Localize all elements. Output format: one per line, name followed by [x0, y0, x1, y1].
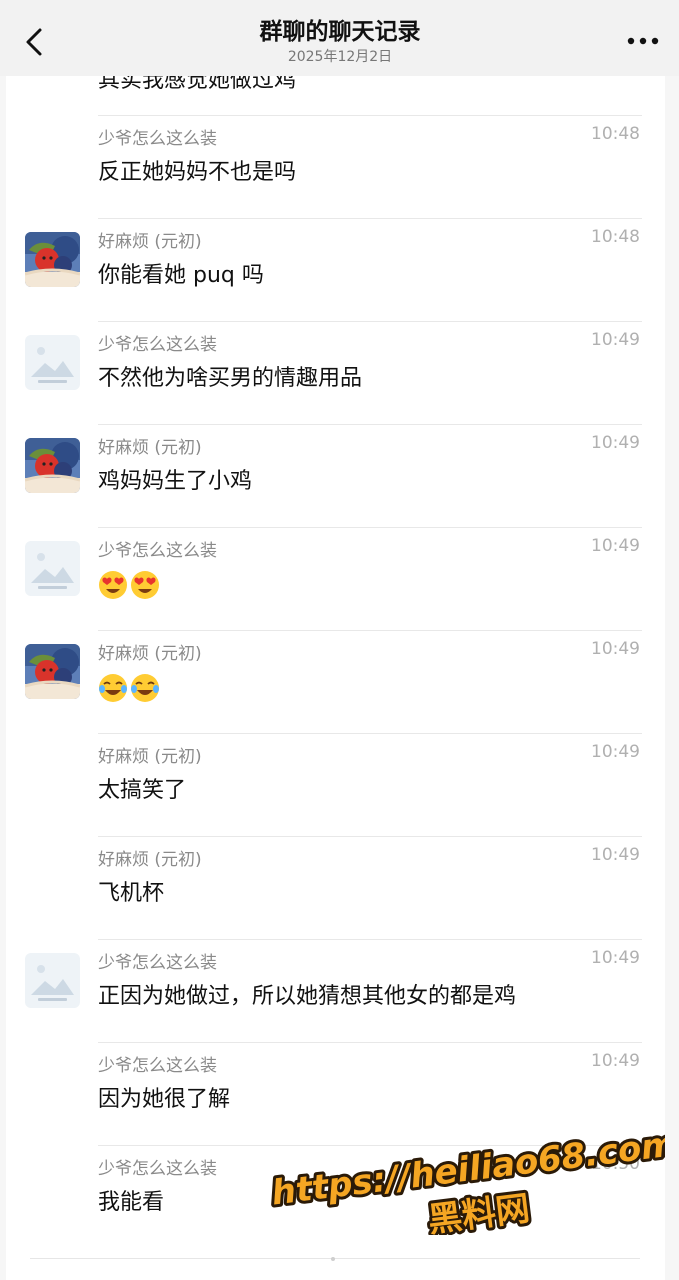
chevron-left-icon [26, 28, 42, 56]
sender-name: 好麻烦 (元初) [98, 747, 202, 767]
sender-name: 好麻烦 (元初) [98, 232, 202, 252]
message-text: 鸡妈妈生了小鸡 [98, 469, 253, 494]
heart-eyes-emoji [99, 571, 127, 599]
message-item[interactable]: 好麻烦 (元初) 10:48 你能看她 puq 吗 [0, 218, 679, 321]
message-time: 10:49 [591, 948, 640, 968]
sender-name: 少爷怎么这么装 [98, 1159, 217, 1179]
message-time: 10:49 [591, 639, 640, 659]
message-time: 10:49 [591, 1051, 640, 1071]
sender-name: 少爷怎么这么装 [98, 953, 217, 973]
placeholder-avatar[interactable] [25, 335, 80, 390]
message-time: 10:49 [591, 742, 640, 762]
message-time: 10:48 [591, 227, 640, 247]
message-divider [98, 1145, 642, 1146]
message-item[interactable]: 少爷怎么这么装 10:49 因为她很了解 [0, 1042, 679, 1145]
message-divider [98, 630, 642, 631]
tears-of-joy-emoji [99, 674, 127, 702]
message-text: 正因为她做过，所以她猜想其他女的都是鸡 [98, 984, 517, 1009]
sender-name: 少爷怎么这么装 [98, 335, 217, 355]
message-divider [98, 424, 642, 425]
sender-name: 少爷怎么这么装 [98, 1056, 217, 1076]
message-text: 因为她很了解 [98, 1087, 231, 1112]
placeholder-avatar[interactable] [25, 953, 80, 1008]
message-divider [98, 1042, 642, 1043]
fruit-avatar[interactable] [25, 644, 80, 699]
message-item[interactable]: 少爷怎么这么装 10:49 不然他为啥买男的情趣用品 [0, 321, 679, 424]
message-text: 我能看 [98, 1190, 165, 1215]
sender-name: 少爷怎么这么装 [98, 541, 217, 561]
message-item[interactable]: 少爷怎么这么装 10:49 正因为她做过，所以她猜想其他女的都是鸡 [0, 939, 679, 1042]
heart-eyes-emoji [131, 571, 159, 599]
back-button[interactable] [16, 22, 56, 62]
message-item[interactable]: 好麻烦 (元初) 10:49 飞机杯 [0, 836, 679, 939]
message-divider [98, 733, 642, 734]
message-time: 10:48 [591, 124, 640, 144]
message-item[interactable]: 好麻烦 (元初) 10:49 太搞笑了 [0, 733, 679, 836]
message-text: 不然他为啥买男的情趣用品 [98, 366, 363, 391]
message-item[interactable]: 少爷怎么这么装 10:48 反正她妈妈不也是吗 [0, 115, 679, 218]
more-options-button[interactable] [623, 28, 663, 54]
message-text [98, 673, 162, 703]
message-divider [98, 115, 642, 116]
message-time: 10:49 [591, 845, 640, 865]
sender-name: 好麻烦 (元初) [98, 850, 202, 870]
message-divider [98, 939, 642, 940]
placeholder-avatar[interactable] [25, 541, 80, 596]
scroll-indicator [331, 1257, 335, 1261]
message-item[interactable]: 少爷怎么这么装 10:50 我能看 [0, 1145, 679, 1248]
message-text: 飞机杯 [98, 881, 165, 906]
message-divider [98, 836, 642, 837]
message-divider [98, 321, 642, 322]
tears-of-joy-emoji [131, 674, 159, 702]
message-item[interactable]: 好麻烦 (元初) 10:49 鸡妈妈生了小鸡 [0, 424, 679, 527]
message-text: 你能看她 puq 吗 [98, 263, 264, 288]
sender-name: 好麻烦 (元初) [98, 438, 202, 458]
message-time: 10:50 [591, 1154, 640, 1174]
fruit-avatar[interactable] [25, 438, 80, 493]
message-item[interactable]: 好麻烦 (元初) 10:49 [0, 630, 679, 733]
message-item[interactable]: 少爷怎么这么装 10:49 [0, 527, 679, 630]
sender-name: 好麻烦 (元初) [98, 644, 202, 664]
message-text [98, 570, 162, 600]
more-dots-icon [627, 37, 659, 45]
sender-name: 少爷怎么这么装 [98, 129, 217, 149]
message-text: 反正她妈妈不也是吗 [98, 160, 297, 185]
fruit-avatar[interactable] [25, 232, 80, 287]
message-time: 10:49 [591, 433, 640, 453]
message-divider [98, 218, 642, 219]
title-block: 群聊的聊天记录 2025年12月2日 [140, 17, 540, 66]
list-end-divider [30, 1258, 640, 1259]
chat-date: 2025年12月2日 [287, 49, 393, 65]
top-bar: 群聊的聊天记录 2025年12月2日 [0, 0, 679, 76]
message-text: 太搞笑了 [98, 778, 187, 803]
message-time: 10:49 [591, 330, 640, 350]
message-time: 10:49 [591, 536, 640, 556]
chat-history-screen: 群聊的聊天记录 2025年12月2日 其实我感觉她做过鸡 少爷怎么这么装 10:4… [0, 0, 679, 1280]
page-title: 群聊的聊天记录 [259, 19, 421, 45]
message-divider [98, 527, 642, 528]
